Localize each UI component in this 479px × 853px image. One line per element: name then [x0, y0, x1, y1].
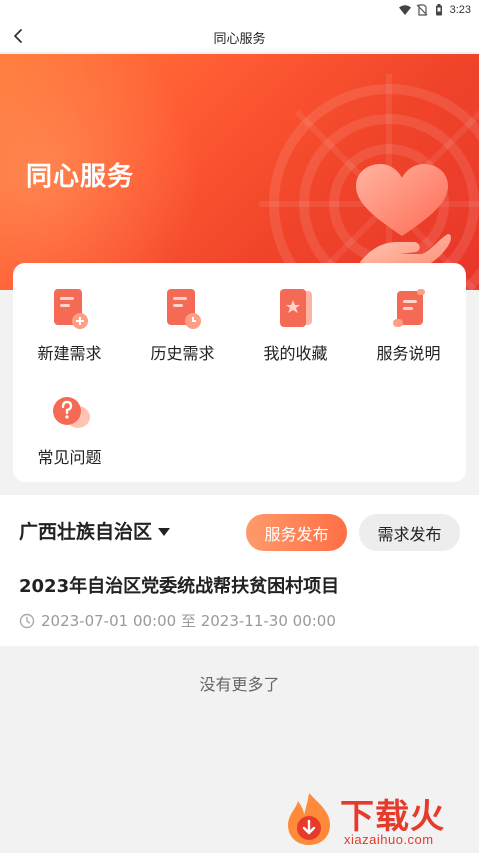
grid-item-label: 新建需求	[37, 344, 102, 363]
favorite-book-icon	[279, 289, 312, 327]
no-more-text: 没有更多了	[199, 675, 280, 694]
status-time: 3:23	[449, 4, 471, 16]
title-bar: 同心服务	[0, 20, 479, 53]
grid-item-my-favorites[interactable]: 我的收藏	[239, 263, 352, 363]
demand-publish-button[interactable]: 需求发布	[359, 514, 460, 551]
caret-down-icon	[158, 527, 171, 536]
grid-item-service-description[interactable]: 服务说明	[352, 263, 465, 363]
status-icons: 3:23	[398, 3, 471, 17]
watermark-text-en: xiazaihuo.com	[344, 832, 434, 847]
grid-item-new-demand[interactable]: 新建需求	[13, 263, 126, 363]
no-sim-icon	[416, 4, 428, 16]
battery-icon	[435, 4, 442, 16]
page-title: 同心服务	[213, 32, 266, 47]
scroll-document-icon	[392, 289, 425, 327]
grid-item-label: 我的收藏	[263, 344, 328, 363]
project-title[interactable]: 2023年自治区党委统战帮扶贫困村项目	[19, 572, 339, 598]
grid-item-history-demand[interactable]: 历史需求	[126, 263, 239, 363]
feature-grid: 新建需求 历史需求 我的收藏 服务说明 常见问题	[13, 263, 466, 482]
question-bubble-icon	[52, 397, 90, 428]
grid-item-faq[interactable]: 常见问题	[13, 367, 126, 467]
history-document-icon	[166, 289, 201, 329]
region-selector[interactable]: 广西壮族自治区	[19, 517, 171, 544]
hero-banner: 同心服务	[0, 54, 479, 290]
banner-title: 同心服务	[26, 162, 135, 192]
project-date-range: 2023-07-01 00:00 至 2023-11-30 00:00	[41, 612, 336, 630]
watermark-text-cn: 下载火	[340, 797, 445, 837]
grid-item-label: 服务说明	[376, 344, 441, 363]
wifi-icon	[398, 5, 411, 15]
flame-logo-icon	[288, 793, 330, 845]
region-name: 广西壮族自治区	[19, 521, 153, 543]
project-list-card: 广西壮族自治区 服务发布 需求发布 2023年自治区党委统战帮扶贫困村项目 20…	[0, 495, 479, 646]
grid-item-label: 历史需求	[150, 344, 215, 363]
project-date-row: 2023-07-01 00:00 至 2023-11-30 00:00	[19, 610, 336, 631]
clock-icon	[19, 613, 35, 628]
new-document-icon	[53, 289, 88, 329]
grid-item-label: 常见问题	[37, 448, 102, 467]
watermark: 下载火 xiazaihuo.com	[282, 789, 476, 851]
service-publish-button[interactable]: 服务发布	[246, 514, 347, 551]
status-bar: 3:23	[0, 0, 479, 20]
